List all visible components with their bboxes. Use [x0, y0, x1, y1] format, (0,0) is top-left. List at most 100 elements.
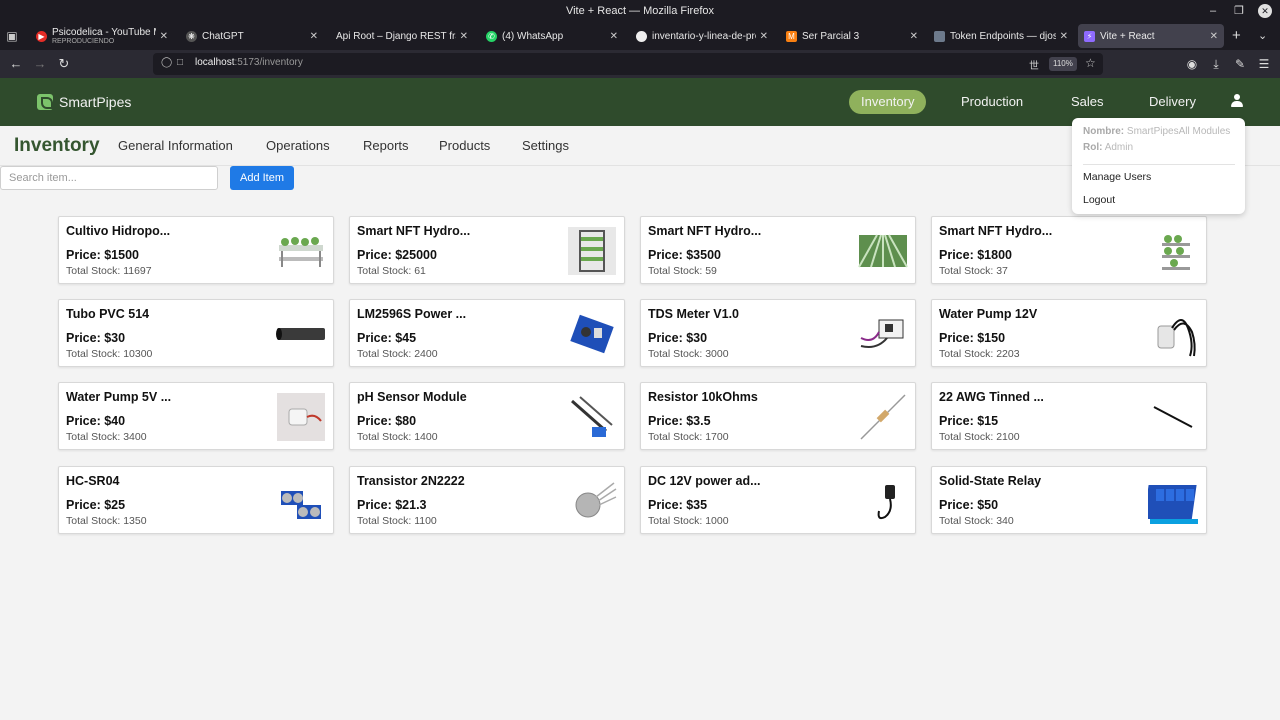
url-text[interactable]: localhost:5173/inventory: [195, 57, 303, 68]
maximize-icon[interactable]: ❐: [1232, 4, 1246, 18]
close-tab-icon[interactable]: ✕: [460, 31, 468, 42]
extensions-icon[interactable]: ✎: [1232, 56, 1248, 72]
page-info-icon[interactable]: □: [177, 57, 183, 68]
chatgpt-icon: ❋: [186, 30, 197, 42]
whatsapp-icon: ✆: [486, 30, 497, 42]
close-tab-icon[interactable]: ✕: [610, 31, 618, 42]
tab-djoser-docs[interactable]: Token Endpoints — djoser 2 ✕: [928, 24, 1074, 48]
item-price: Price: $50: [939, 498, 999, 512]
greenhouse-rows-icon: [858, 234, 908, 268]
tab-ser-parcial[interactable]: M Ser Parcial 3 ✕: [780, 24, 924, 48]
item-card[interactable]: LM2596S Power ... Price: $45 Total Stock…: [349, 299, 625, 367]
ultrasonic-sensor-icon: [281, 491, 321, 519]
item-card[interactable]: Cultivo Hidropo... Price: $1500 Total St…: [58, 216, 334, 284]
transistor-icon: [575, 482, 617, 518]
tab-api-root[interactable]: Api Root – Django REST framew ✕: [330, 24, 474, 48]
pocket-icon[interactable]: ◉: [1184, 56, 1200, 72]
subnav-general-information[interactable]: General Information: [118, 138, 233, 153]
nav-production[interactable]: Production: [949, 90, 1035, 114]
tab-chatgpt[interactable]: ❋ ChatGPT ✕: [180, 24, 324, 48]
brand-name[interactable]: SmartPipes: [59, 94, 131, 110]
tab-vite-react[interactable]: ⚡ Vite + React ✕: [1078, 24, 1224, 48]
nav-delivery[interactable]: Delivery: [1137, 90, 1208, 114]
tab-list-icon[interactable]: ▣: [4, 28, 20, 44]
item-name: Smart NFT Hydro...: [357, 224, 471, 238]
hamburger-menu-icon[interactable]: ☰: [1256, 56, 1272, 72]
back-icon[interactable]: ←: [8, 56, 24, 72]
subnav-reports[interactable]: Reports: [363, 138, 409, 153]
item-name: pH Sensor Module: [357, 390, 467, 404]
item-card[interactable]: Resistor 10kOhms Price: $3.5 Total Stock…: [640, 382, 916, 450]
close-tab-icon[interactable]: ✕: [1060, 31, 1068, 42]
chevron-down-icon[interactable]: ⌄: [1258, 28, 1267, 44]
resistor-icon: [860, 394, 906, 440]
item-name: Cultivo Hidropo...: [66, 224, 171, 238]
item-card[interactable]: 22 AWG Tinned ... Price: $15 Total Stock…: [931, 382, 1207, 450]
close-tab-icon[interactable]: ✕: [910, 31, 918, 42]
close-tab-icon[interactable]: ✕: [310, 31, 318, 42]
docs-icon: [934, 30, 945, 42]
wire-icon: [1153, 406, 1193, 428]
item-stock: Total Stock: 11697: [66, 265, 152, 277]
relay-board-icon: [1148, 485, 1198, 524]
logout-item[interactable]: Logout: [1083, 194, 1115, 206]
item-card[interactable]: DC 12V power ad... Price: $35 Total Stoc…: [640, 466, 916, 534]
tracking-shield-icon[interactable]: ◯: [161, 57, 172, 68]
item-name: Solid-State Relay: [939, 474, 1042, 488]
item-price: Price: $30: [66, 331, 126, 345]
item-card[interactable]: Smart NFT Hydro... Price: $3500 Total St…: [640, 216, 916, 284]
tab-youtube-music[interactable]: ▶ Psicodelica - YouTube MusicREPRODUCIEN…: [30, 24, 174, 48]
close-window-icon[interactable]: ✕: [1258, 4, 1272, 18]
user-account-icon[interactable]: [1230, 94, 1244, 108]
item-card[interactable]: Solid-State Relay Price: $50 Total Stock…: [931, 466, 1207, 534]
manage-users-item[interactable]: Manage Users: [1083, 171, 1151, 183]
subnav-operations[interactable]: Operations: [266, 138, 330, 153]
item-card[interactable]: HC-SR04 Price: $25 Total Stock: 1350: [58, 466, 334, 534]
item-card[interactable]: pH Sensor Module Price: $80 Total Stock:…: [349, 382, 625, 450]
tab-github[interactable]: inventario-y-linea-de-produ ✕: [630, 24, 774, 48]
address-bar[interactable]: ◯ □ localhost:5173/inventory 世 110% ☆: [153, 53, 1103, 75]
page-title: Inventory: [14, 135, 100, 156]
item-stock: Total Stock: 1350: [66, 515, 147, 527]
item-price: Price: $25000: [357, 248, 437, 262]
close-tab-icon[interactable]: ✕: [1210, 31, 1218, 42]
item-price: Price: $40: [66, 414, 126, 428]
close-tab-icon[interactable]: ✕: [160, 31, 168, 42]
zoom-level[interactable]: 110%: [1049, 57, 1077, 71]
item-card[interactable]: Water Pump 5V ... Price: $40 Total Stock…: [58, 382, 334, 450]
reload-icon[interactable]: ↻: [56, 56, 72, 72]
smartpipes-logo-icon[interactable]: [37, 94, 53, 110]
item-price: Price: $1500: [66, 248, 139, 262]
forward-icon[interactable]: →: [32, 56, 48, 72]
item-stock: Total Stock: 3400: [66, 431, 147, 443]
search-input[interactable]: [0, 166, 218, 190]
item-name: Water Pump 12V: [939, 307, 1038, 321]
downloads-icon[interactable]: ⤓: [1208, 56, 1224, 72]
minimize-icon[interactable]: –: [1206, 4, 1220, 18]
item-stock: Total Stock: 2100: [939, 431, 1020, 443]
add-item-button[interactable]: Add Item: [230, 166, 294, 190]
item-stock: Total Stock: 2400: [357, 348, 438, 360]
item-card[interactable]: Smart NFT Hydro... Price: $25000 Total S…: [349, 216, 625, 284]
tab-whatsapp[interactable]: ✆ (4) WhatsApp ✕: [480, 24, 624, 48]
subnav-settings[interactable]: Settings: [522, 138, 569, 153]
nav-inventory[interactable]: Inventory: [849, 90, 927, 114]
mini-pump-icon: [277, 393, 325, 441]
browser-toolbar: ← → ↻ ◯ □ localhost:5173/inventory 世 110…: [0, 50, 1280, 78]
translate-icon[interactable]: 世: [1029, 57, 1039, 72]
bookmark-star-icon[interactable]: ☆: [1085, 56, 1096, 70]
item-card[interactable]: Water Pump 12V Price: $150 Total Stock: …: [931, 299, 1207, 367]
close-tab-icon[interactable]: ✕: [760, 31, 768, 42]
item-card[interactable]: TDS Meter V1.0 Price: $30 Total Stock: 3…: [640, 299, 916, 367]
user-role-row: Rol: Admin: [1083, 142, 1134, 153]
subnav-products[interactable]: Products: [439, 138, 490, 153]
item-name: Tubo PVC 514: [66, 307, 150, 321]
nav-sales[interactable]: Sales: [1059, 90, 1116, 114]
item-card[interactable]: Smart NFT Hydro... Price: $1800 Total St…: [931, 216, 1207, 284]
user-name-row: Nombre: SmartPipesAll Modules: [1083, 126, 1231, 137]
item-price: Price: $1800: [939, 248, 1012, 262]
item-name: LM2596S Power ...: [357, 307, 467, 321]
item-card[interactable]: Tubo PVC 514 Price: $30 Total Stock: 103…: [58, 299, 334, 367]
new-tab-icon[interactable]: +: [1232, 28, 1241, 44]
item-card[interactable]: Transistor 2N2222 Price: $21.3 Total Sto…: [349, 466, 625, 534]
